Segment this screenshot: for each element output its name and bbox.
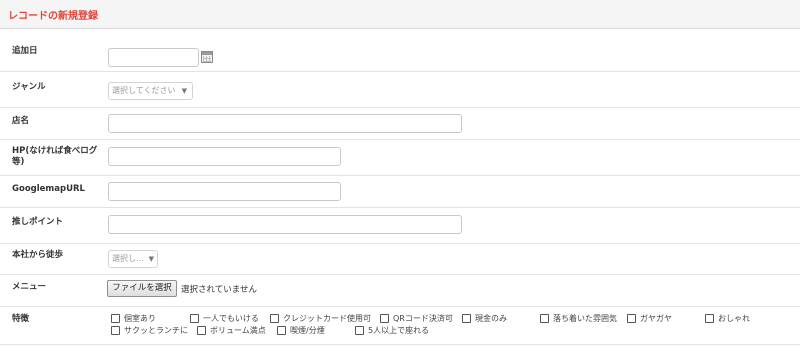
feature-checkbox-private-room[interactable]: 個室あり [111, 313, 156, 324]
calendar-icon[interactable] [201, 51, 213, 63]
feature-checkbox-group-seating[interactable]: 5人以上で座れる [355, 325, 429, 336]
chevron-down-icon: ▼ [148, 255, 154, 263]
checkbox[interactable] [190, 314, 199, 323]
feature-checkbox-qr-payment[interactable]: QRコード決済可 [380, 313, 453, 324]
date-label: 追加日 [12, 46, 38, 56]
checkbox[interactable] [627, 314, 636, 323]
menu-label: メニュー [12, 282, 47, 292]
features-label: 特徴 [12, 314, 30, 324]
shop-name-input[interactable] [108, 114, 462, 133]
checkbox[interactable] [705, 314, 714, 323]
map-url-label: GooglemapURL [12, 184, 85, 194]
feature-checkbox-solo[interactable]: 一人でもいける [190, 313, 259, 324]
date-input[interactable] [108, 48, 199, 67]
checkbox[interactable] [355, 326, 364, 335]
genre-selected-value: 選択してください [112, 86, 176, 95]
walk-label: 本社から徒歩 [12, 250, 64, 260]
genre-label: ジャンル [12, 82, 46, 92]
hp-label: HP(なければ食べログ等) [12, 146, 98, 167]
feature-checkbox-credit-card[interactable]: クレジットカード使用可 [270, 313, 371, 324]
file-select-button[interactable]: ファイルを選択 [107, 280, 177, 297]
walk-select[interactable]: 選択し… ▼ [108, 250, 158, 268]
feature-checkbox-smoking[interactable]: 喫煙/分煙 [277, 325, 325, 336]
checkbox[interactable] [111, 314, 120, 323]
feature-checkbox-calm[interactable]: 落ち着いた雰囲気 [540, 313, 617, 324]
checkbox[interactable] [277, 326, 286, 335]
checkbox[interactable] [111, 326, 120, 335]
checkbox[interactable] [380, 314, 389, 323]
feature-checkbox-big-portion[interactable]: ボリューム満点 [197, 325, 266, 336]
point-input[interactable] [108, 215, 462, 234]
shop-name-label: 店名 [12, 116, 30, 126]
map-url-input[interactable] [108, 182, 341, 201]
point-label: 推しポイント [12, 217, 64, 227]
feature-checkbox-quick-lunch[interactable]: サクッとランチに [111, 325, 188, 336]
hp-input[interactable] [108, 147, 341, 166]
checkbox[interactable] [540, 314, 549, 323]
feature-checkbox-lively[interactable]: ガヤガヤ [627, 313, 672, 324]
checkbox[interactable] [197, 326, 206, 335]
checkbox[interactable] [462, 314, 471, 323]
walk-selected-value: 選択し… [112, 254, 144, 263]
checkbox[interactable] [270, 314, 279, 323]
feature-checkbox-stylish[interactable]: おしゃれ [705, 313, 750, 324]
feature-checkbox-cash-only[interactable]: 現金のみ [462, 313, 507, 324]
page-title: レコードの新規登録 [8, 11, 98, 22]
file-status-text: 選択されていません [181, 285, 257, 295]
form-header: レコードの新規登録 [0, 0, 800, 29]
chevron-down-icon: ▼ [181, 87, 187, 95]
genre-select[interactable]: 選択してください ▼ [108, 82, 193, 100]
